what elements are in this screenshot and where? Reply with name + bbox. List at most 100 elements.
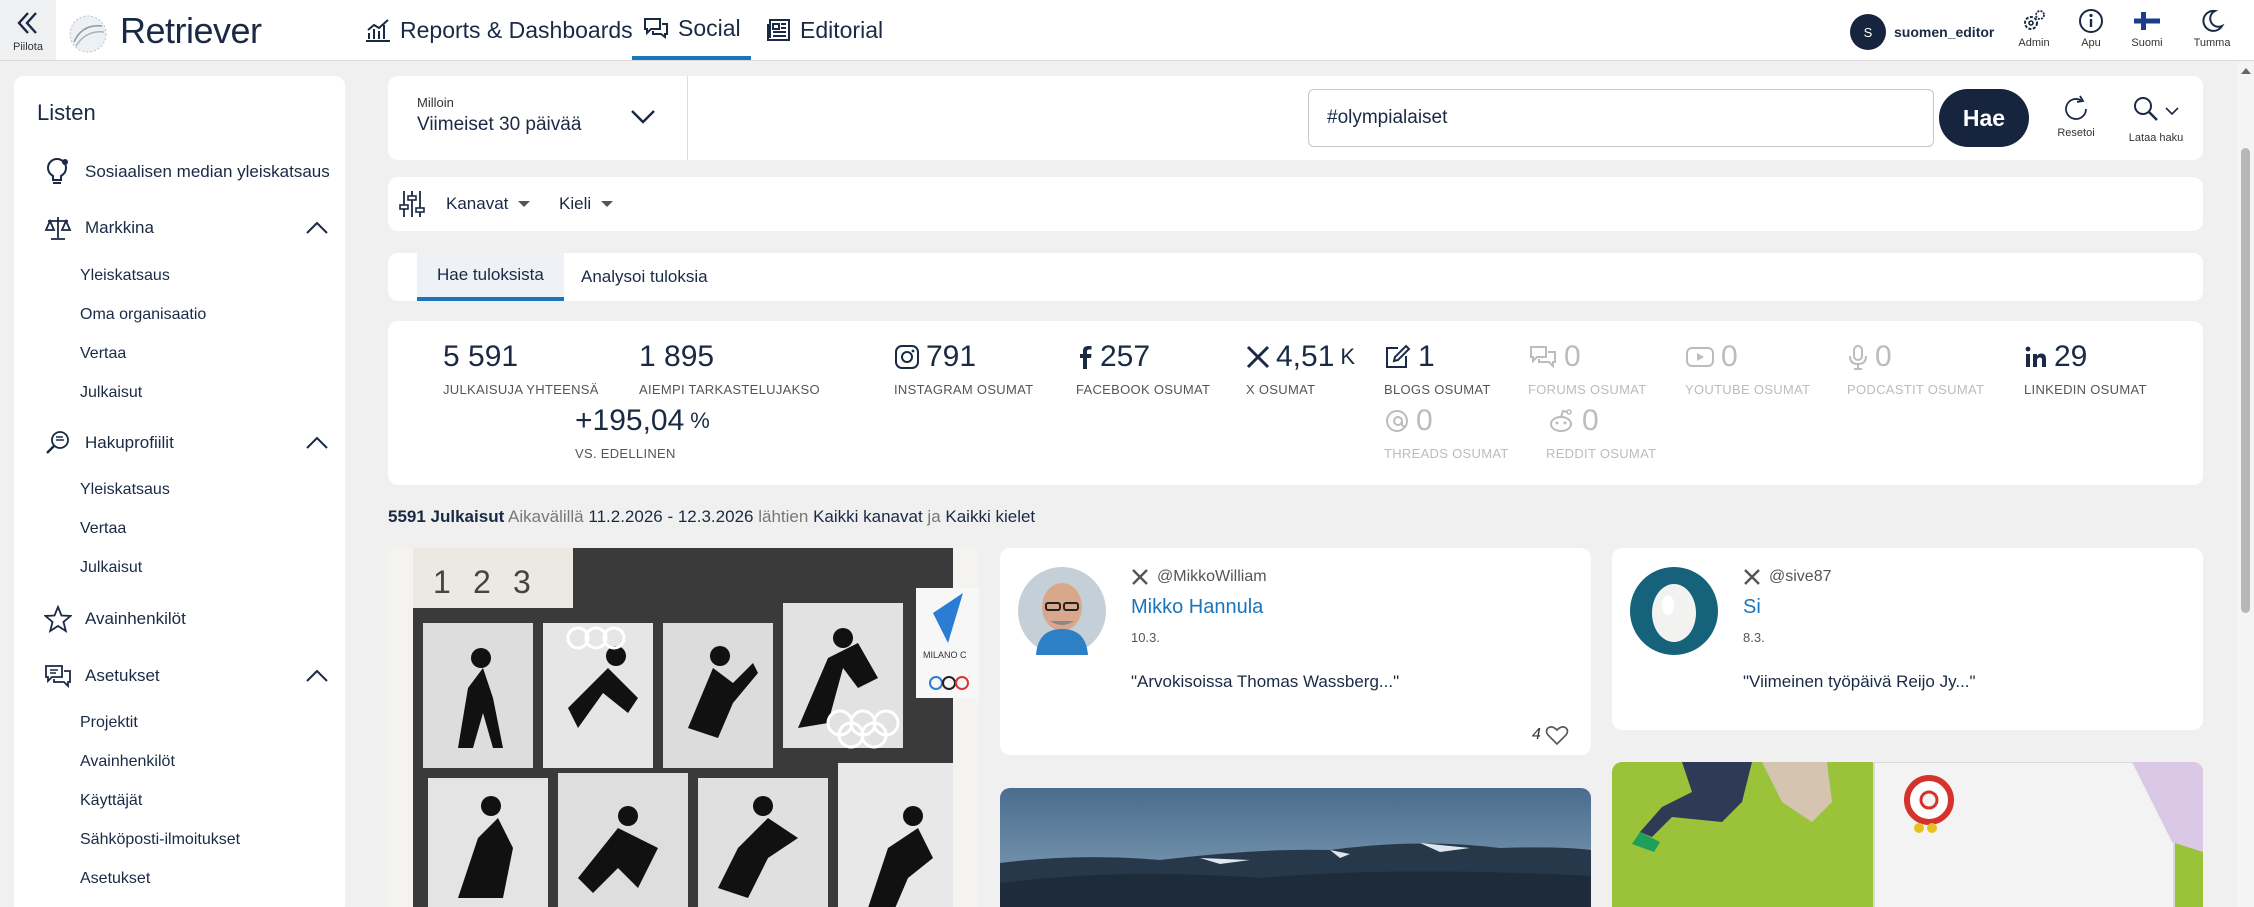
stat-youtube-label: YOUTUBE OSUMAT [1685, 382, 1811, 397]
scroll-up-arrow-icon[interactable] [2241, 68, 2251, 74]
nav-reports-label: Reports & Dashboards [400, 16, 633, 43]
like-button[interactable]: 4 [1532, 724, 1569, 746]
bar-chart-icon [366, 19, 390, 42]
post-date: 8.3. [1743, 630, 1765, 645]
post-handle-text: @sive87 [1769, 568, 1832, 585]
sidebar-item-julkaisut[interactable]: Julkaisut [80, 384, 142, 402]
avatar: S [1850, 14, 1886, 50]
stat-x-label: X OSUMAT [1246, 382, 1316, 397]
retriever-logo-icon [69, 15, 107, 53]
sidebar-item-yleiskatsaus[interactable]: Yleiskatsaus [80, 267, 170, 285]
post-card-image[interactable] [1612, 762, 2203, 907]
post-handle[interactable]: @sive87 [1743, 568, 1832, 586]
stat-youtube: 0 [1685, 340, 1738, 374]
stat-previous-label: AIEMPI TARKASTELUJAKSO [639, 382, 820, 397]
post-card[interactable]: @MikkoWilliam Mikko Hannula 10.3. "Arvok… [1000, 548, 1591, 755]
nav-reports-dashboards[interactable]: Reports & Dashboards [364, 0, 633, 60]
gears-icon [2024, 10, 2045, 30]
x-icon [1246, 345, 1270, 369]
channels-label: Kanavat [446, 194, 509, 213]
tab-analysoi-tuloksia[interactable]: Analysoi tuloksia [581, 253, 708, 301]
sidebar-markkina-label: Markkina [85, 218, 154, 237]
nav-social[interactable]: Social [632, 0, 751, 60]
username: suomen_editor [1894, 24, 1995, 40]
filter-bar [388, 177, 2203, 231]
sidebar-item-projektit[interactable]: Projektit [80, 714, 138, 732]
stat-threads: 0 [1384, 404, 1433, 438]
user-menu[interactable]: S suomen_editor [1850, 14, 1994, 50]
load-search-button[interactable]: Lataa haku [2124, 94, 2188, 144]
post-handle-text: @MikkoWilliam [1157, 568, 1267, 585]
youtube-icon [1686, 347, 1714, 367]
sidebar-item-settings-avainhenkilot[interactable]: Avainhenkilöt [80, 753, 175, 771]
results-channels: Kaikki kanavat [813, 507, 923, 526]
sidebar-item-oma-organisaatio[interactable]: Oma organisaatio [80, 306, 206, 324]
admin-button[interactable]: Admin [2006, 8, 2062, 49]
reset-label: Resetoi [2057, 127, 2095, 139]
sidebar-section-hakuprofiilit[interactable]: Hakuprofiilit [14, 427, 345, 459]
filter-sliders-icon[interactable] [398, 189, 426, 219]
nav-social-label: Social [678, 14, 741, 41]
nav-editorial[interactable]: Editorial [764, 0, 883, 60]
sidebar-item-haku-yleiskatsaus[interactable]: Yleiskatsaus [80, 481, 170, 499]
sidebar-item-kayttajat[interactable]: Käyttäjät [80, 792, 142, 810]
sidebar-item-avainhenkilot[interactable]: Avainhenkilöt [14, 603, 345, 635]
sidebar-overview-label: Sosiaalisen median yleiskatsaus [85, 162, 330, 181]
stat-total-value: 5 591 [443, 340, 519, 373]
sidebar-item-vertaa[interactable]: Vertaa [80, 345, 126, 363]
help-button[interactable]: Apu [2063, 8, 2119, 49]
svg-text:2: 2 [473, 564, 491, 600]
post-card-image[interactable] [1000, 788, 1591, 907]
date-range-select[interactable]: Milloin Viimeiset 30 päivää [388, 76, 688, 160]
post-author-name[interactable]: Mikko Hannula [1131, 596, 1263, 619]
post-handle[interactable]: @MikkoWilliam [1131, 568, 1267, 586]
tab-hae-tuloksista[interactable]: Hae tuloksista [417, 253, 564, 301]
chevron-down-icon [631, 110, 655, 124]
admin-label: Admin [2018, 37, 2050, 49]
sidebar-section-asetukset[interactable]: Asetukset [14, 660, 345, 692]
results-sources-label: lähtien [758, 507, 809, 526]
hide-sidebar-button[interactable]: Piilota [0, 0, 56, 60]
language-dropdown[interactable]: Kieli [559, 194, 614, 214]
language-label: Suomi [2131, 37, 2163, 49]
sidebar-item-sahkoposti[interactable]: Sähköposti-ilmoitukset [80, 831, 240, 849]
info-icon [2079, 9, 2103, 33]
results-period-label: Aikavälillä [508, 507, 584, 526]
svg-text:MILANO C: MILANO C [923, 650, 967, 660]
post-card-image[interactable]: 1 2 3 MILANO C [388, 548, 979, 907]
stat-blogs: 1 [1384, 340, 1435, 374]
sidebar-item-asetukset[interactable]: Asetukset [80, 870, 150, 888]
sidebar-item-overview[interactable]: Sosiaalisen median yleiskatsaus [14, 156, 345, 188]
hide-sidebar-label: Piilota [13, 41, 43, 53]
sidebar-hakuprofiilit-label: Hakuprofiilit [85, 433, 174, 452]
reset-button[interactable]: Resetoi [2048, 94, 2104, 139]
stat-change-unit: % [690, 408, 710, 433]
results-period: 11.2.2026 - 12.3.2026 [588, 507, 754, 526]
chevron-up-icon [306, 221, 328, 234]
sidebar-item-haku-vertaa[interactable]: Vertaa [80, 520, 126, 538]
stat-previous-value: 1 895 [639, 340, 715, 373]
stat-x-value: 4,51 [1276, 340, 1335, 373]
page-scrollbar[interactable] [2237, 62, 2254, 907]
help-label: Apu [2081, 37, 2101, 49]
language-button[interactable]: Suomi [2119, 8, 2175, 49]
stat-instagram-label: INSTAGRAM OSUMAT [894, 382, 1034, 397]
x-icon [1132, 569, 1148, 585]
load-search-label: Lataa haku [2128, 132, 2184, 144]
sidebar-section-markkina[interactable]: Markkina [14, 212, 345, 244]
sidebar-asetukset-label: Asetukset [85, 666, 160, 685]
channels-dropdown[interactable]: Kanavat [446, 194, 531, 214]
post-author-name[interactable]: Si [1743, 596, 1761, 619]
post-date: 10.3. [1131, 630, 1160, 645]
star-icon [44, 605, 72, 633]
dark-mode-button[interactable]: Tumma [2184, 8, 2240, 49]
post-card[interactable]: @sive87 Si 8.3. "Viimeinen työpäivä Reij… [1612, 548, 2203, 730]
post-image [1612, 762, 2203, 907]
author-avatar [1018, 567, 1106, 655]
search-button[interactable]: Hae [1939, 89, 2029, 147]
scrollbar-thumb[interactable] [2241, 148, 2250, 613]
search-input[interactable] [1308, 89, 1934, 147]
svg-text:3: 3 [513, 564, 531, 600]
svg-text:1: 1 [433, 564, 451, 600]
sidebar-item-haku-julkaisut[interactable]: Julkaisut [80, 559, 142, 577]
